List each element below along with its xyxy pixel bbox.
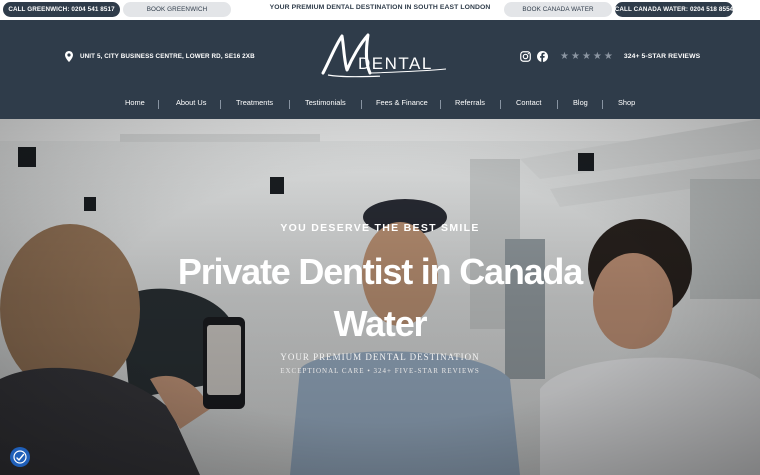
address-text: UNIT 5, CITY BUSINESS CENTRE, LOWER RD, … xyxy=(80,53,255,60)
nav-fees-finance[interactable]: Fees & Finance xyxy=(376,98,428,107)
hero-eyebrow: YOU DESERVE THE BEST SMILE xyxy=(280,222,480,234)
nav-divider xyxy=(500,100,501,109)
logo-text: DENTAL xyxy=(358,54,433,73)
hero-subtitle: YOUR PREMIUM DENTAL DESTINATION xyxy=(280,352,480,362)
star-icon: ★ xyxy=(581,50,591,62)
reviews-count[interactable]: 324+ 5-STAR REVIEWS xyxy=(624,53,700,60)
top-tagline: YOUR PREMIUM DENTAL DESTINATION IN SOUTH… xyxy=(269,4,491,11)
nav-testimonials[interactable]: Testimonials xyxy=(305,98,346,107)
nav-shop[interactable]: Shop xyxy=(618,98,635,107)
nav-divider xyxy=(361,100,362,109)
star-icon: ★ xyxy=(592,50,602,62)
nav-divider xyxy=(440,100,441,109)
nav-divider xyxy=(557,100,558,109)
logo[interactable]: DENTAL xyxy=(320,32,450,78)
nav-about-us[interactable]: About Us xyxy=(176,98,206,107)
star-icon: ★ xyxy=(603,50,613,62)
instagram-icon[interactable] xyxy=(520,51,531,62)
nav-divider xyxy=(220,100,221,109)
facebook-icon[interactable] xyxy=(537,51,548,62)
top-bar: CALL GREENWICH: 0204 541 8517 BOOK GREEN… xyxy=(0,0,760,20)
accessibility-icon xyxy=(13,450,27,464)
nav-divider xyxy=(158,100,159,109)
star-icon: ★ xyxy=(560,50,569,62)
hero-section: YOU DESERVE THE BEST SMILE Private Denti… xyxy=(0,119,760,475)
nav-divider xyxy=(602,100,603,109)
nav-treatments[interactable]: Treatments xyxy=(236,98,273,107)
rating-stars: ★ ★ ★ ★ ★ xyxy=(560,50,613,62)
nav-blog[interactable]: Blog xyxy=(573,98,588,107)
nav-contact[interactable]: Contact xyxy=(516,98,541,107)
call-greenwich-button[interactable]: CALL GREENWICH: 0204 541 8517 xyxy=(3,2,120,17)
location-pin-icon xyxy=(65,51,73,62)
nav-home[interactable]: Home xyxy=(125,98,145,107)
main-nav: Home About Us Treatments Testimonials Fe… xyxy=(0,98,760,112)
call-canada-water-button[interactable]: CALL CANADA WATER: 0204 518 8554 xyxy=(615,2,733,17)
nav-referrals[interactable]: Referrals xyxy=(455,98,485,107)
book-greenwich-button[interactable]: BOOK GREENWICH xyxy=(123,2,231,17)
hero-subtitle-secondary: EXCEPTIONAL CARE • 324+ FIVE-STAR REVIEW… xyxy=(280,367,480,375)
star-icon: ★ xyxy=(570,50,580,62)
address[interactable]: UNIT 5, CITY BUSINESS CENTRE, LOWER RD, … xyxy=(65,51,255,62)
social-reviews: ★ ★ ★ ★ ★ 324+ 5-STAR REVIEWS xyxy=(520,51,700,62)
hero-headline: Private Dentist in Canada Water xyxy=(177,251,583,344)
site-header: UNIT 5, CITY BUSINESS CENTRE, LOWER RD, … xyxy=(0,20,760,119)
book-canada-water-button[interactable]: BOOK CANADA WATER xyxy=(504,2,612,17)
nav-divider xyxy=(289,100,290,109)
accessibility-button[interactable] xyxy=(10,447,30,467)
